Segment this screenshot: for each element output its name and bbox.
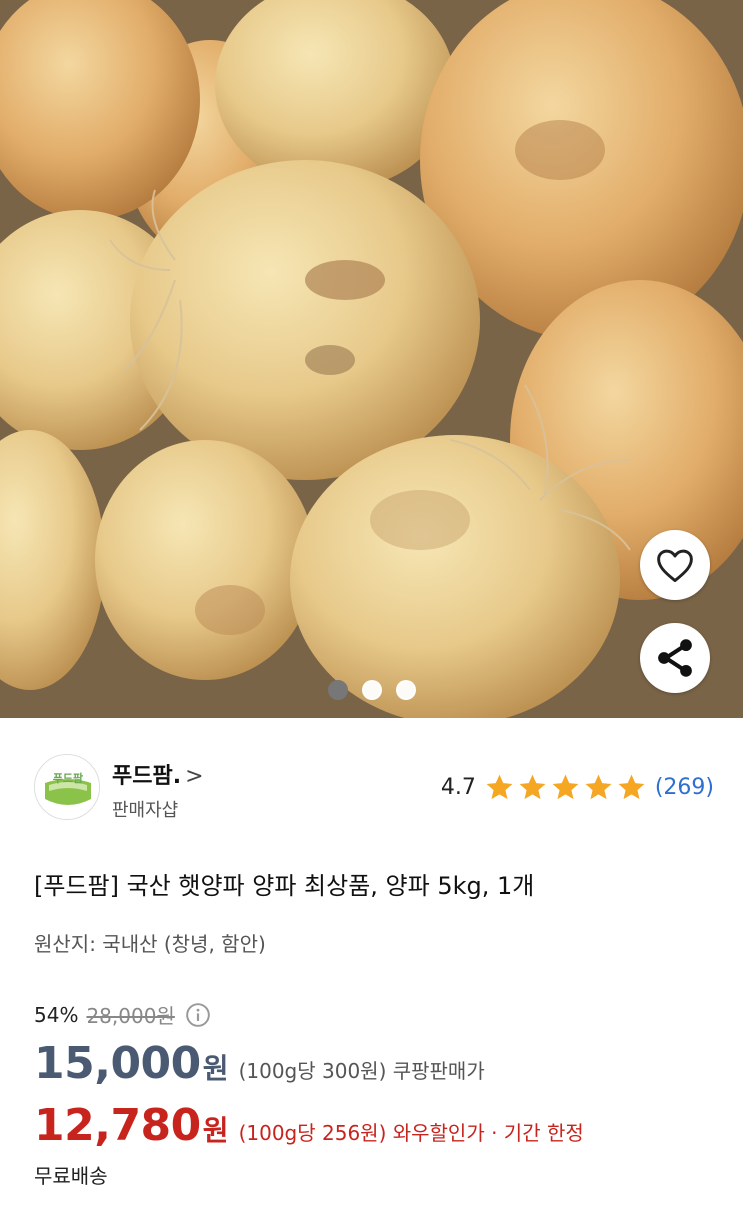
share-icon (658, 639, 692, 677)
seller-logo-image: 푸드팜 (35, 755, 99, 819)
carousel-dot[interactable] (362, 680, 382, 700)
star-icon (585, 774, 612, 800)
carousel-dot[interactable] (328, 680, 348, 700)
star-icon (519, 774, 546, 800)
star-icon (486, 774, 513, 800)
star-icon (618, 774, 645, 800)
product-origin: 원산지: 국내산 (창녕, 함안) (34, 932, 266, 956)
share-button[interactable] (640, 623, 710, 693)
wow-price-row: 12,780 원 (100g당 256원) 와우할인가 · 기간 한정 (34, 1100, 584, 1151)
star-icon (552, 774, 579, 800)
coupang-price-row: 15,000 원 (100g당 300원) 쿠팡판매가 (34, 1038, 485, 1089)
original-price: 28,000원 (86, 1004, 175, 1028)
shipping-info: 무료배송 (34, 1164, 108, 1188)
product-title: [푸드팜] 국산 햇양파 양파 최상품, 양파 5kg, 1개 (34, 872, 535, 900)
coupang-price-unit: 원 (202, 1052, 229, 1085)
rating-stars (484, 772, 647, 803)
wow-price-detail: (100g당 256원) 와우할인가 · 기간 한정 (238, 1121, 584, 1145)
rating-summary[interactable]: 4.7 (269) (441, 772, 714, 803)
product-photo (0, 0, 743, 718)
wow-price: 12,780 (34, 1100, 201, 1151)
carousel-dot[interactable] (396, 680, 416, 700)
discount-row: 54% 28,000원 (34, 1000, 211, 1029)
carousel-indicator (328, 680, 416, 700)
heart-icon (657, 549, 693, 583)
coupang-price-detail: (100g당 300원) 쿠팡판매가 (238, 1059, 485, 1083)
seller-name-link[interactable]: 푸드팜. > (112, 758, 204, 790)
info-icon[interactable] (185, 1002, 211, 1028)
product-image-carousel[interactable] (0, 0, 743, 718)
discount-percent: 54% (34, 1002, 79, 1027)
review-count-link[interactable]: (269) (655, 775, 714, 800)
favorite-button[interactable] (640, 530, 710, 600)
seller-shop-label: 판매자샵 (112, 800, 179, 821)
coupang-price: 15,000 (34, 1038, 201, 1089)
wow-price-unit: 원 (202, 1114, 229, 1147)
rating-score: 4.7 (440, 775, 476, 800)
seller-name: 푸드팜. (112, 764, 182, 789)
chevron-right-icon: > (185, 764, 204, 789)
seller-section: 푸드팜 푸드팜. > 판매자샵 4.7 (269) (34, 754, 714, 824)
svg-text:푸드팜: 푸드팜 (53, 771, 83, 785)
seller-logo[interactable]: 푸드팜 (34, 754, 100, 820)
